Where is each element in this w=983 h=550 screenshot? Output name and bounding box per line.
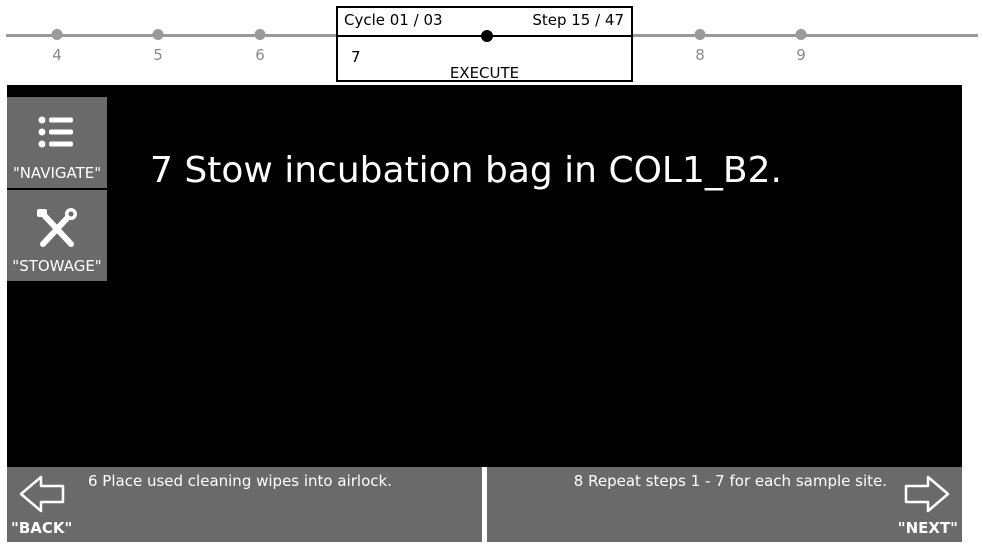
step-counter: Step 15 / 47 (532, 11, 624, 29)
timeline-step-dot[interactable] (152, 29, 164, 40)
step-instruction: 7 Stow incubation bag in COL1_B2. (150, 150, 782, 191)
timeline-step-dot[interactable] (254, 29, 266, 40)
list-icon (7, 115, 107, 153)
current-step-box: Cycle 01 / 03 Step 15 / 47 7 EXECUTE (336, 6, 633, 82)
back-button[interactable]: 6 Place used cleaning wipes into airlock… (7, 467, 482, 542)
stowage-button[interactable]: "STOWAGE" (7, 190, 107, 281)
instruction-panel: 7 Stow incubation bag in COL1_B2. (7, 85, 962, 467)
timeline-step-dot[interactable] (51, 29, 63, 40)
timeline-step-dot[interactable] (795, 29, 807, 40)
next-label: "NEXT" (897, 519, 958, 537)
timeline-step-label[interactable]: 9 (796, 46, 806, 64)
stowage-label: "STOWAGE" (12, 257, 102, 275)
arrow-left-icon (19, 474, 67, 518)
next-step-preview: 8 Repeat steps 1 - 7 for each sample sit… (573, 472, 887, 490)
step-status: EXECUTE (449, 64, 520, 82)
cycle-counter: Cycle 01 / 03 (344, 11, 443, 29)
navigate-button[interactable]: "NAVIGATE" (7, 97, 107, 188)
timeline-step-label[interactable]: 8 (695, 46, 705, 64)
timeline-step-dot[interactable] (694, 29, 706, 40)
previous-step-preview: 6 Place used cleaning wipes into airlock… (88, 472, 392, 490)
timeline-step-label[interactable]: 4 (52, 46, 62, 64)
navigate-label: "NAVIGATE" (12, 164, 102, 182)
back-label: "BACK" (11, 519, 73, 537)
next-button[interactable]: 8 Repeat steps 1 - 7 for each sample sit… (487, 467, 962, 542)
timeline-step-label[interactable]: 5 (153, 46, 163, 64)
tools-icon (7, 208, 107, 247)
arrow-right-icon (902, 474, 950, 518)
current-step-dot (481, 30, 493, 42)
timeline-step-label[interactable]: 6 (255, 46, 265, 64)
